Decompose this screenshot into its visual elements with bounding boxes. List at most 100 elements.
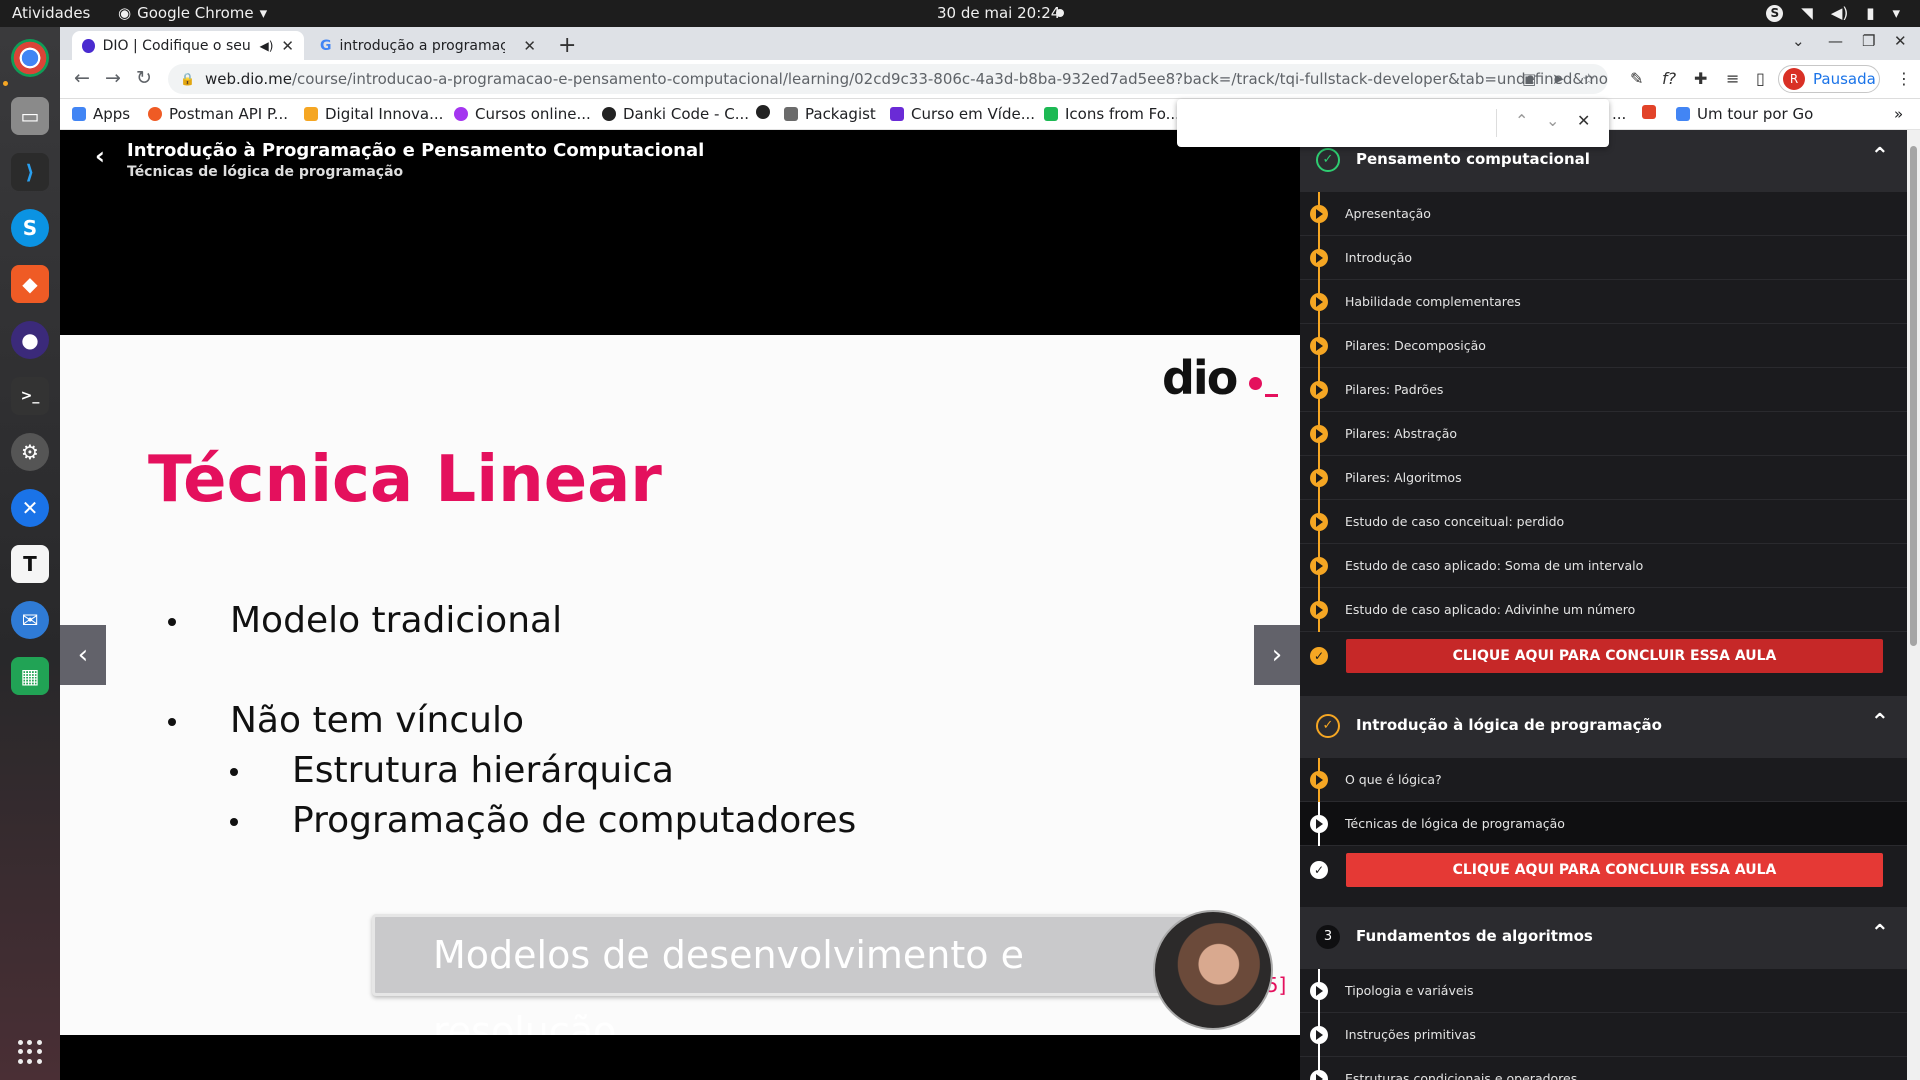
- vscode-dock-icon[interactable]: ⟩: [11, 153, 49, 191]
- close-tab-icon[interactable]: ✕: [523, 37, 536, 55]
- chevron-up-icon[interactable]: ⌃: [1871, 710, 1889, 735]
- typora-dock-icon[interactable]: T: [11, 545, 49, 583]
- new-tab-button[interactable]: +: [558, 33, 576, 58]
- files-dock-icon[interactable]: ▭: [11, 97, 49, 135]
- profile-button[interactable]: R Pausada: [1778, 65, 1880, 93]
- module-title: Introdução à lógica de programação: [1356, 716, 1662, 734]
- close-tab-icon[interactable]: ✕: [281, 37, 294, 55]
- eyedropper-extension-icon[interactable]: ✎: [1630, 69, 1643, 88]
- bookmark-postman[interactable]: Postman API P...: [148, 105, 288, 123]
- show-apps-icon[interactable]: [18, 1040, 42, 1064]
- lesson-item[interactable]: Estudo de caso aplicado: Soma de um inte…: [1300, 544, 1907, 588]
- clock[interactable]: 30 de mai 20:24: [937, 4, 1060, 22]
- system-tray[interactable]: S ◥ ◀) ▮ ▾: [1766, 4, 1900, 22]
- bookmark-udemy[interactable]: Cursos online...: [454, 105, 591, 123]
- close-window-button[interactable]: ✕: [1894, 32, 1907, 50]
- lesson-item[interactable]: Estudo de caso aplicado: Adivinhe um núm…: [1300, 588, 1907, 632]
- side-panel-icon[interactable]: ▯: [1756, 69, 1765, 88]
- lesson-item[interactable]: Tipologia e variáveis: [1300, 969, 1907, 1013]
- lesson-item[interactable]: Estudo de caso conceitual: perdido: [1300, 500, 1907, 544]
- slide-caption: Modelos de desenvolvimento e resolução: [372, 914, 1222, 1035]
- lesson-item[interactable]: Estruturas condicionais e operadores: [1300, 1057, 1907, 1080]
- dio-logo: dio: [1162, 351, 1238, 405]
- sidebar-scrollbar[interactable]: [1907, 130, 1920, 1080]
- bookmark-gitlab[interactable]: [1642, 105, 1663, 119]
- spreadsheet-dock-icon[interactable]: ▦: [11, 657, 49, 695]
- module-number: 3: [1316, 925, 1340, 949]
- postman-dock-icon[interactable]: ◆: [11, 265, 49, 303]
- menu-kebab-icon[interactable]: ⋮: [1896, 69, 1912, 88]
- bookmark-apps[interactable]: Apps: [72, 105, 130, 123]
- bookmark-icons[interactable]: Icons from Fo...: [1044, 105, 1180, 123]
- lesson-item[interactable]: Pilares: Abstração: [1300, 412, 1907, 456]
- skype-tray-icon[interactable]: S: [1766, 4, 1784, 22]
- tab-title: DIO | Codifique o seu f: [102, 37, 252, 54]
- lesson-item[interactable]: Habilidade complementares: [1300, 280, 1907, 324]
- lesson-item[interactable]: Introdução: [1300, 236, 1907, 280]
- bookmark-danki[interactable]: Danki Code - C...: [602, 105, 749, 123]
- find-previous-icon[interactable]: ⌃: [1515, 111, 1528, 130]
- globe-icon: [756, 105, 770, 119]
- chevron-up-icon[interactable]: ⌃: [1871, 144, 1889, 169]
- back-arrow-icon[interactable]: ←: [74, 67, 90, 89]
- lesson-item[interactable]: Pilares: Decomposição: [1300, 324, 1907, 368]
- browser-window: DIO | Codifique o seu f ◀) ✕ G introduçã…: [60, 27, 1920, 1080]
- play-node-icon: [1310, 982, 1328, 1000]
- chevron-up-icon[interactable]: ⌃: [1871, 921, 1889, 946]
- tab-search-icon[interactable]: ⌄: [1792, 32, 1805, 50]
- bookmark-go-tour[interactable]: Um tour por Go: [1676, 105, 1813, 123]
- lesson-sidebar: ✓ Pensamento computacional ⌃ Apresentaçã…: [1300, 130, 1907, 1080]
- instructor-webcam: [1153, 910, 1273, 1030]
- conclude-lesson-button[interactable]: CLIQUE AQUI PARA CONCLUIR ESSA AULA: [1346, 853, 1883, 887]
- forward-arrow-icon[interactable]: →: [105, 67, 121, 89]
- lesson-item[interactable]: Instruções primitivas: [1300, 1013, 1907, 1057]
- activities-button[interactable]: Atividades: [12, 4, 90, 22]
- send-icon[interactable]: ➤: [1552, 70, 1565, 88]
- lesson-item[interactable]: Apresentação: [1300, 192, 1907, 236]
- module-header[interactable]: 3 Fundamentos de algoritmos ⌃: [1300, 907, 1907, 969]
- bookmarks-overflow-icon[interactable]: »: [1894, 105, 1903, 123]
- tool-dock-icon[interactable]: ✕: [11, 489, 49, 527]
- chrome-dock-icon[interactable]: [11, 39, 49, 77]
- bookmark-cursoemvideo[interactable]: Curso em Víde...: [890, 105, 1035, 123]
- find-divider: [1496, 109, 1497, 137]
- address-bar[interactable]: 🔒 web.dio.me /course/introducao-a-progra…: [168, 64, 1608, 94]
- find-close-icon[interactable]: ✕: [1577, 111, 1590, 130]
- lesson-item-current[interactable]: Técnicas de lógica de programação: [1300, 802, 1907, 846]
- find-bar: ⌃ ⌄ ✕: [1177, 99, 1609, 147]
- bookmark-packagist[interactable]: Packagist: [784, 105, 876, 123]
- app-menu[interactable]: ◉ Google Chrome ▾: [118, 4, 267, 22]
- page-action-icon[interactable]: ▣: [1522, 70, 1536, 88]
- thunderbird-dock-icon[interactable]: ✉: [11, 601, 49, 639]
- previous-slide-button[interactable]: ‹: [60, 625, 106, 685]
- lesson-item[interactable]: Pilares: Padrões: [1300, 368, 1907, 412]
- bookmark-more[interactable]: ...: [1612, 105, 1626, 123]
- find-next-icon[interactable]: ⌄: [1546, 111, 1559, 130]
- reload-icon[interactable]: ↻: [136, 67, 152, 89]
- video-player[interactable]: dio Técnica Linear Modelo tradicional Nã…: [60, 190, 1300, 1080]
- module-title: Fundamentos de algoritmos: [1356, 927, 1593, 945]
- conclude-lesson-button[interactable]: CLIQUE AQUI PARA CONCLUIR ESSA AULA: [1346, 639, 1883, 673]
- scrollbar-thumb[interactable]: [1910, 146, 1917, 646]
- tab-dio[interactable]: DIO | Codifique o seu f ◀) ✕: [72, 31, 304, 60]
- formula-extension-icon[interactable]: f?: [1662, 69, 1676, 88]
- chevron-right-icon: ›: [1271, 640, 1283, 670]
- module-header[interactable]: ✓ Introdução à lógica de programação ⌃: [1300, 696, 1907, 758]
- next-slide-button[interactable]: ›: [1254, 625, 1300, 685]
- skype-dock-icon[interactable]: S: [11, 209, 49, 247]
- back-chevron-icon[interactable]: ‹: [95, 142, 105, 170]
- reading-list-icon[interactable]: ≡: [1726, 69, 1739, 88]
- bookmark-star-icon[interactable]: ☆: [1582, 70, 1595, 88]
- bookmark-globe[interactable]: [756, 105, 777, 119]
- play-node-icon: [1310, 771, 1328, 789]
- settings-dock-icon[interactable]: ⚙: [11, 433, 49, 471]
- bookmark-dio[interactable]: Digital Innova...: [304, 105, 443, 123]
- browser-dock-icon[interactable]: ●: [11, 321, 49, 359]
- lesson-item[interactable]: Pilares: Algoritmos: [1300, 456, 1907, 500]
- tab-google[interactable]: G introdução a programaçã ✕: [310, 31, 546, 60]
- extensions-puzzle-icon[interactable]: ✚: [1694, 69, 1707, 88]
- lesson-item[interactable]: O que é lógica?: [1300, 758, 1907, 802]
- terminal-dock-icon[interactable]: >_: [11, 377, 49, 415]
- maximize-button[interactable]: ❐: [1862, 32, 1875, 50]
- minimize-button[interactable]: —: [1828, 32, 1843, 50]
